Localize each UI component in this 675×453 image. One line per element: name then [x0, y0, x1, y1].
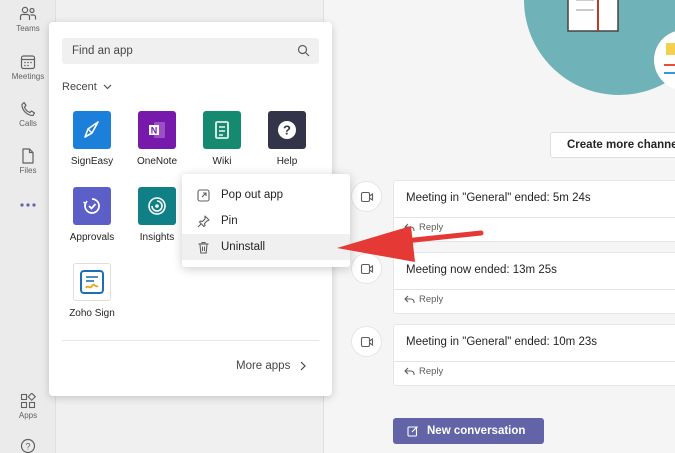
meeting-card[interactable]: Meeting in "General" ended: 5m 24s Reply	[393, 180, 675, 242]
reply-icon	[404, 223, 415, 231]
compose-icon	[407, 426, 418, 437]
menu-item-label: Uninstall	[221, 241, 266, 253]
rail-item-help[interactable]: ?	[0, 438, 56, 453]
meeting-icon	[351, 253, 382, 284]
divider	[394, 289, 675, 290]
app-help[interactable]: ? Help	[255, 111, 319, 167]
meeting-card[interactable]: Meeting now ended: 13m 25s Reply	[393, 252, 675, 314]
svg-text:?: ?	[25, 442, 30, 452]
svg-text:N: N	[151, 126, 158, 136]
meeting-title: Meeting in "General" ended: 10m 23s	[406, 336, 598, 348]
pop-out-icon	[197, 188, 210, 202]
new-conversation-label: New conversation	[427, 425, 526, 437]
divider	[394, 361, 675, 362]
app-label: SignEasy	[70, 156, 114, 167]
reply-button[interactable]: Reply	[404, 222, 443, 233]
menu-item-label: Pop out app	[221, 189, 284, 201]
rail-item-more[interactable]	[0, 202, 56, 208]
app-label: Zoho Sign	[69, 308, 115, 319]
search-box[interactable]	[62, 38, 319, 64]
rail-label-files: Files	[19, 166, 37, 175]
meeting-card[interactable]: Meeting in "General" ended: 10m 23s Repl…	[393, 324, 675, 386]
chevron-down-icon	[103, 84, 112, 90]
rail-item-apps[interactable]: Apps	[0, 393, 56, 420]
meeting-icon	[351, 181, 382, 212]
meeting-title: Meeting now ended: 13m 25s	[406, 264, 557, 276]
app-label: Help	[276, 156, 298, 167]
help-icon: ?	[20, 438, 36, 453]
reply-button[interactable]: Reply	[404, 294, 443, 305]
calendar-icon	[20, 55, 36, 70]
recent-dropdown[interactable]: Recent	[62, 81, 112, 93]
chevron-right-icon	[300, 361, 307, 371]
rail-item-teams[interactable]: Teams	[0, 6, 56, 33]
app-context-menu: Pop out app Pin Uninstall	[182, 174, 350, 267]
svg-text:?: ?	[283, 123, 291, 138]
reply-icon	[404, 367, 415, 375]
approvals-icon	[73, 187, 111, 225]
search-icon[interactable]	[297, 44, 310, 57]
app-label: Approvals	[69, 232, 115, 243]
search-input[interactable]	[72, 43, 282, 59]
phone-icon	[21, 101, 36, 117]
app-insights[interactable]: Insights	[125, 187, 189, 243]
app-rail: Teams Meetings Calls Files Apps ?	[0, 0, 56, 453]
rail-item-meetings[interactable]: Meetings	[0, 54, 56, 81]
trash-icon	[198, 241, 209, 254]
menu-item-label: Pin	[221, 215, 238, 227]
onenote-icon: N	[138, 111, 176, 149]
new-conversation-button[interactable]: New conversation	[393, 418, 544, 444]
app-zoho-sign[interactable]: Zoho Sign	[60, 263, 124, 319]
divider	[394, 217, 675, 218]
app-label: OneNote	[136, 156, 178, 167]
wiki-icon	[203, 111, 241, 149]
meeting-title: Meeting in "General" ended: 5m 24s	[406, 192, 591, 204]
reply-label: Reply	[419, 366, 444, 377]
more-apps-label: More apps	[236, 360, 291, 372]
teams-icon	[19, 6, 37, 20]
app-approvals[interactable]: Approvals	[60, 187, 124, 243]
recent-label: Recent	[62, 81, 97, 93]
divider	[62, 340, 319, 341]
more-apps-link[interactable]: More apps	[236, 360, 307, 372]
app-label: Wiki	[212, 156, 232, 167]
app-onenote[interactable]: N OneNote	[125, 111, 189, 167]
file-icon	[22, 148, 34, 164]
rail-label-apps: Apps	[18, 411, 38, 420]
reply-button[interactable]: Reply	[404, 366, 443, 377]
rail-label-teams: Teams	[16, 24, 40, 33]
help-app-icon: ?	[268, 111, 306, 149]
signeasy-icon	[73, 111, 111, 149]
more-dots-icon	[20, 203, 36, 207]
create-channels-button[interactable]: Create more channels	[550, 132, 675, 158]
apps-icon	[20, 393, 36, 409]
meeting-icon	[351, 326, 382, 357]
pin-icon	[197, 214, 210, 227]
zoho-sign-icon	[73, 263, 111, 301]
app-signeasy[interactable]: SignEasy	[60, 111, 124, 167]
menu-item-pop-out[interactable]: Pop out app	[182, 182, 350, 208]
menu-item-pin[interactable]: Pin	[182, 208, 350, 234]
rail-label-meetings: Meetings	[11, 72, 45, 81]
rail-item-files[interactable]: Files	[0, 148, 56, 175]
reply-icon	[404, 295, 415, 303]
app-wiki[interactable]: Wiki	[190, 111, 254, 167]
conversation-area: Create more channels Meeting in "General…	[324, 0, 675, 453]
reply-label: Reply	[419, 294, 444, 305]
team-illustration	[524, 0, 675, 95]
rail-label-calls: Calls	[19, 119, 37, 128]
reply-label: Reply	[419, 222, 444, 233]
rail-item-calls[interactable]: Calls	[0, 101, 56, 128]
insights-icon	[138, 187, 176, 225]
menu-item-uninstall[interactable]: Uninstall	[182, 234, 350, 260]
app-label: Insights	[139, 232, 175, 243]
